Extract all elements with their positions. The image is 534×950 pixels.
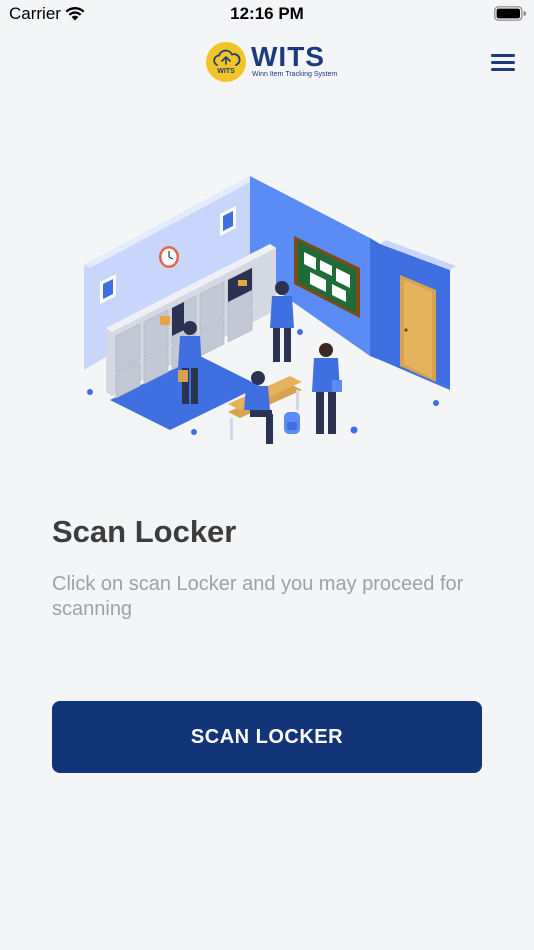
- status-bar: Carrier 12:16 PM: [0, 0, 534, 30]
- logo-mark-text: WITS: [217, 68, 235, 75]
- page-description: Click on scan Locker and you may proceed…: [52, 573, 464, 620]
- scan-locker-button[interactable]: SCAN LOCKER: [52, 701, 482, 773]
- wits-logo: WITS WITS Winn Item Tracking System: [205, 41, 337, 83]
- cloud-logo-icon: WITS: [206, 42, 246, 82]
- scan-locker-screen: Carrier 12:16 PM WITS WITS Winn Item Tra…: [0, 0, 534, 950]
- logo-title: WITS: [251, 41, 325, 72]
- hamburger-menu-icon: [491, 54, 515, 57]
- hamburger-menu-button[interactable]: [486, 49, 520, 77]
- battery-icon: [494, 6, 526, 21]
- logo-subtitle: Winn Item Tracking System: [252, 71, 338, 78]
- page-title: Scan Locker: [52, 514, 237, 549]
- locker-room-illustration: [84, 176, 456, 455]
- app-header: WITS WITS Winn Item Tracking System: [0, 30, 534, 92]
- status-time: 12:16 PM: [230, 4, 304, 23]
